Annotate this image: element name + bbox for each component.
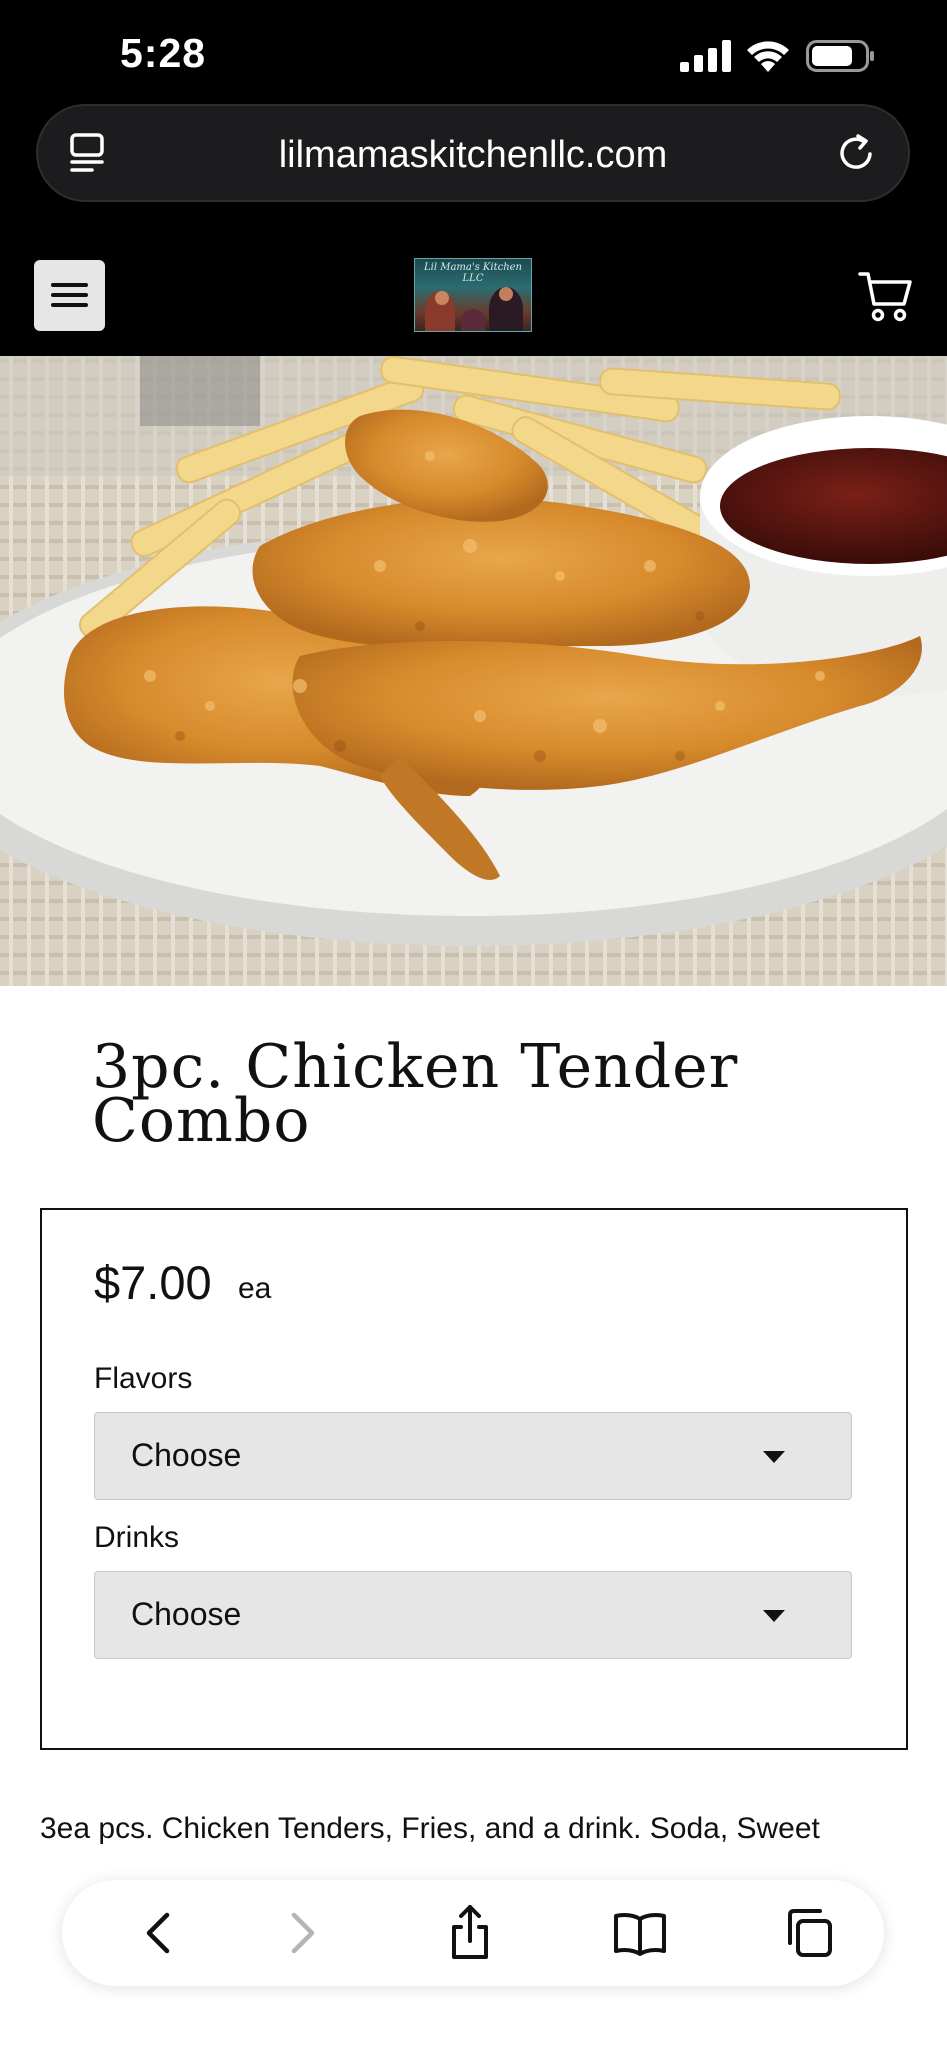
url-text[interactable]: lilmamaskitchenllc.com xyxy=(38,134,908,177)
drinks-select-value: Choose xyxy=(131,1596,242,1632)
signal-icon xyxy=(680,40,731,72)
back-icon xyxy=(146,1912,170,1954)
forward-button[interactable] xyxy=(272,1903,332,1963)
tabs-icon xyxy=(788,1909,832,1957)
chevron-down-icon xyxy=(763,1610,785,1622)
site-header: Lil Mama's Kitchen LLC xyxy=(0,240,947,356)
browser-chrome-top: lilmamaskitchenllc.com xyxy=(0,100,947,240)
flavors-label: Flavors xyxy=(94,1362,193,1395)
bookmarks-icon xyxy=(614,1913,666,1956)
share-button[interactable] xyxy=(440,1903,500,1963)
share-icon xyxy=(452,1905,488,1959)
url-bar[interactable]: lilmamaskitchenllc.com xyxy=(36,104,910,202)
product-description: 3ea pcs. Chicken Tenders, Fries, and a d… xyxy=(40,1812,820,1845)
product-image xyxy=(0,356,947,986)
site-logo[interactable]: Lil Mama's Kitchen LLC xyxy=(414,258,532,332)
battery-icon xyxy=(806,40,874,72)
reload-icon[interactable] xyxy=(836,132,878,174)
forward-icon xyxy=(291,1912,315,1954)
bookmarks-button[interactable] xyxy=(610,1903,670,1963)
drinks-select[interactable]: Choose xyxy=(94,1571,852,1659)
status-time: 5:28 xyxy=(120,30,207,76)
back-button[interactable] xyxy=(129,1903,189,1963)
product-title: 3pc. Chicken Tender Combo xyxy=(92,1037,852,1156)
product-price: $7.00 xyxy=(94,1256,212,1309)
hamburger-menu-button[interactable] xyxy=(34,260,105,331)
flavors-select-value: Choose xyxy=(131,1437,242,1473)
drinks-label: Drinks xyxy=(94,1521,180,1554)
flavors-select[interactable]: Choose xyxy=(94,1412,852,1500)
product-title-line-2: Combo xyxy=(92,1086,311,1156)
price-unit: ea xyxy=(238,1272,272,1305)
status-bar: 5:28 xyxy=(0,0,947,100)
cart-icon[interactable] xyxy=(858,268,914,324)
purchase-options-box: $7.00 ea Flavors Choose Drinks Choose xyxy=(40,1208,908,1750)
browser-toolbar xyxy=(62,1880,884,1986)
tabs-button[interactable] xyxy=(778,1903,838,1963)
wifi-icon xyxy=(747,41,789,72)
logo-text: Lil Mama's Kitchen LLC xyxy=(423,262,522,284)
chevron-down-icon xyxy=(763,1451,785,1463)
